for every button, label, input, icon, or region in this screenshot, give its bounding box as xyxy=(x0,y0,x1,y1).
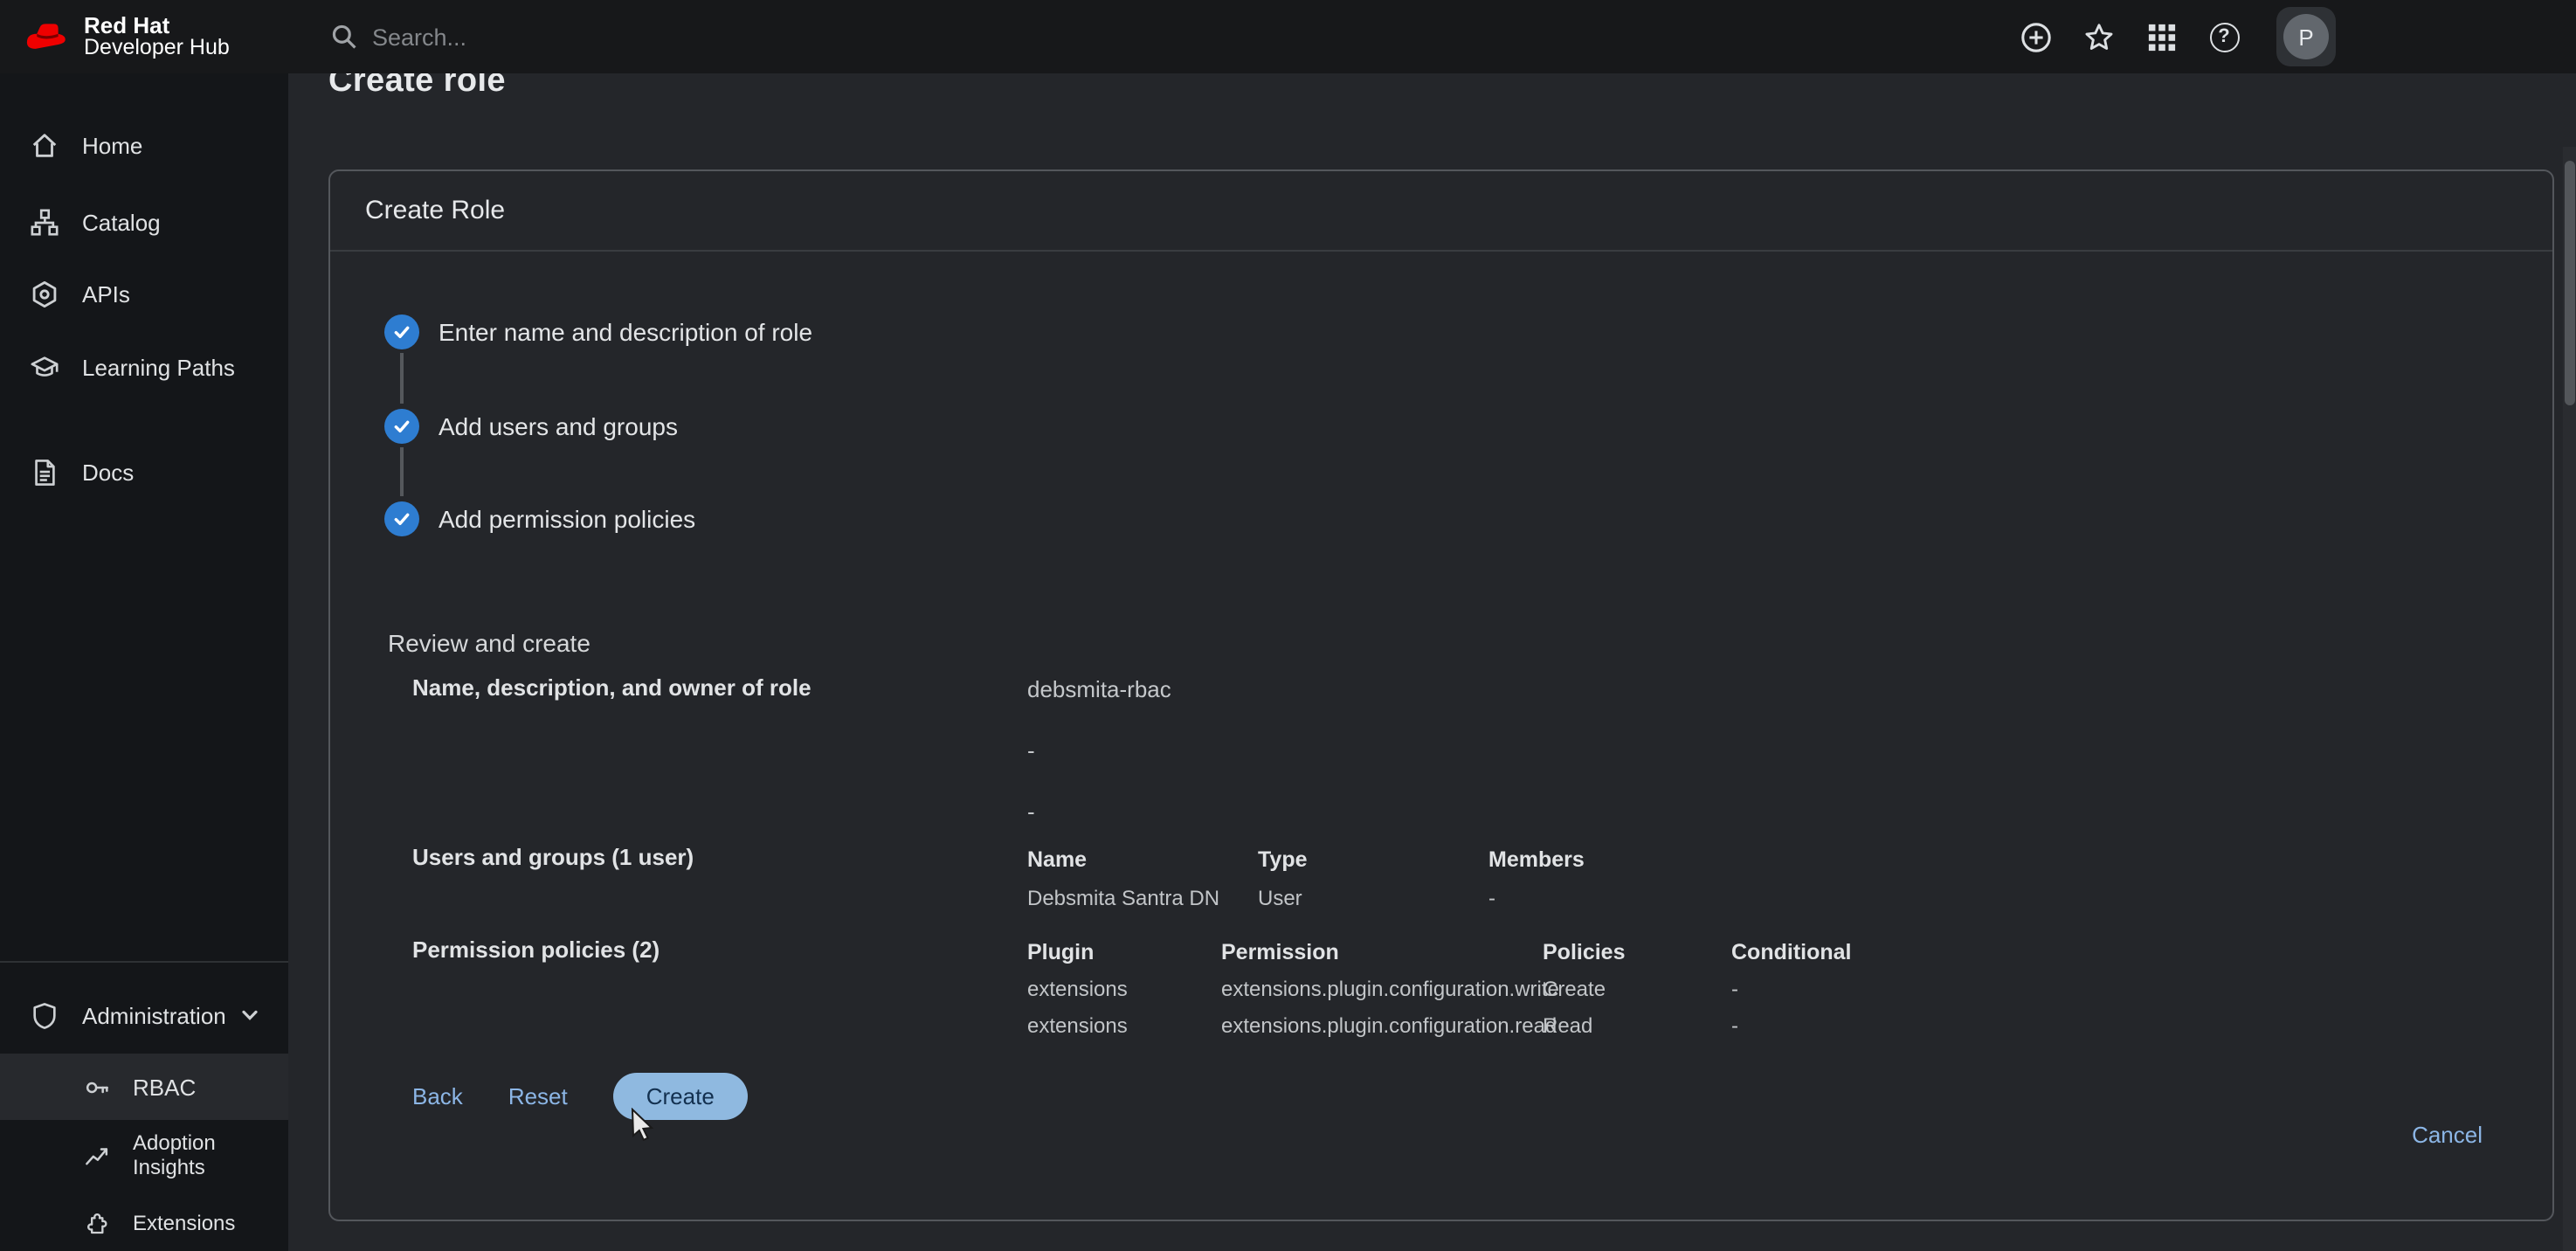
sidebar-item-label: Home xyxy=(82,132,142,158)
sidebar-item-catalog[interactable]: Catalog xyxy=(0,189,288,255)
search-icon xyxy=(330,23,358,51)
step-users-groups[interactable]: Add users and groups xyxy=(384,405,678,447)
key-icon xyxy=(84,1074,110,1100)
back-button[interactable]: Back xyxy=(412,1082,463,1109)
star-icon[interactable] xyxy=(2081,19,2116,54)
perm-row-conditional: - xyxy=(1731,977,1738,1001)
sidebar-item-rbac[interactable]: RBAC xyxy=(0,1054,288,1120)
logo-line2: Developer Hub xyxy=(84,37,230,59)
step-name-description[interactable]: Enter name and description of role xyxy=(384,311,812,353)
users-header-name: Name xyxy=(1027,847,1087,872)
sidebar-item-adoption-insights[interactable]: Adoption Insights xyxy=(0,1118,288,1192)
insights-chart-icon xyxy=(84,1142,110,1168)
users-header-members: Members xyxy=(1488,847,1585,872)
sidebar-item-learning-paths[interactable]: Learning Paths xyxy=(0,334,288,400)
perm-row-policy: Create xyxy=(1543,977,1606,1001)
perm-header-plugin: Plugin xyxy=(1027,940,1094,964)
perm-row-permission: extensions.plugin.configuration.read xyxy=(1221,1013,1557,1038)
sidebar-item-label: Catalog xyxy=(82,209,161,235)
step-permission-policies[interactable]: Add permission policies xyxy=(384,498,695,540)
mouse-cursor xyxy=(631,1108,655,1151)
cancel-button[interactable]: Cancel xyxy=(2412,1122,2483,1148)
review-heading: Review and create xyxy=(388,629,590,657)
wizard-actions: Back Reset Create xyxy=(412,1069,748,1122)
sidebar-divider xyxy=(0,961,288,963)
sidebar-item-label: Adoption Insights xyxy=(133,1130,255,1179)
search-input[interactable] xyxy=(372,24,896,50)
step-label: Enter name and description of role xyxy=(439,318,812,346)
global-search[interactable] xyxy=(330,23,896,51)
apps-grid-icon[interactable] xyxy=(2144,19,2179,54)
top-bar-actions: ? P xyxy=(2018,7,2576,66)
help-icon[interactable]: ? xyxy=(2207,19,2241,54)
learning-paths-icon xyxy=(30,352,59,382)
perm-header-policies: Policies xyxy=(1543,940,1626,964)
name-section-label: Name, description, and owner of role xyxy=(412,674,811,701)
sidebar-item-label: Extensions xyxy=(133,1211,235,1235)
sidebar-item-apis[interactable]: APIs xyxy=(0,260,288,327)
sidebar-item-label: Learning Paths xyxy=(82,354,235,380)
add-icon[interactable] xyxy=(2018,19,2053,54)
step-complete-icon xyxy=(384,501,419,536)
role-description-value: - xyxy=(1027,737,1035,764)
vertical-scrollbar[interactable] xyxy=(2563,147,2576,1251)
permissions-section-label: Permission policies (2) xyxy=(412,937,660,963)
sidebar-item-label: Docs xyxy=(82,459,134,485)
sidebar: Home Catalog APIs Learning Paths Docs xyxy=(0,73,288,1251)
step-connector xyxy=(400,447,404,496)
users-header-type: Type xyxy=(1258,847,1308,872)
avatar: P xyxy=(2283,14,2329,59)
help-glyph: ? xyxy=(2209,22,2239,52)
redhat-fedora-icon xyxy=(23,21,68,52)
app-window: Red Hat Developer Hub xyxy=(0,0,2576,1251)
sidebar-item-label: APIs xyxy=(82,280,130,307)
logo-line1: Red Hat xyxy=(84,14,230,37)
step-label: Add permission policies xyxy=(439,505,695,533)
create-role-card: Create Role Enter name and description o… xyxy=(328,169,2554,1221)
catalog-icon xyxy=(30,207,59,237)
sidebar-item-extensions[interactable]: Extensions xyxy=(0,1192,288,1251)
perm-row-conditional: - xyxy=(1731,1013,1738,1038)
page-title: Create role xyxy=(328,73,506,101)
step-connector xyxy=(400,353,404,404)
perm-row-policy: Read xyxy=(1543,1013,1592,1038)
step-label: Add users and groups xyxy=(439,412,678,440)
top-bar: Red Hat Developer Hub xyxy=(0,0,2576,73)
sidebar-item-label: RBAC xyxy=(133,1074,196,1100)
step-complete-icon xyxy=(384,409,419,444)
user-row-members: - xyxy=(1488,886,1495,910)
role-name-value: debsmita-rbac xyxy=(1027,676,1171,702)
step-complete-icon xyxy=(384,314,419,349)
main-content: Create role Create Role Enter name and d… xyxy=(288,73,2576,1251)
docs-icon xyxy=(30,457,59,487)
redhat-developer-hub-logo[interactable]: Red Hat Developer Hub xyxy=(0,14,288,59)
perm-row-plugin: extensions xyxy=(1027,1013,1128,1038)
perm-header-conditional: Conditional xyxy=(1731,940,1852,964)
home-icon xyxy=(30,130,59,160)
scrollbar-thumb[interactable] xyxy=(2565,161,2575,405)
puzzle-icon xyxy=(84,1210,110,1236)
profile-button[interactable]: P xyxy=(2276,7,2336,66)
user-row-name: Debsmita Santra DN xyxy=(1027,886,1219,910)
logo-text: Red Hat Developer Hub xyxy=(84,14,230,59)
chevron-down-icon xyxy=(239,1005,260,1026)
sidebar-item-administration[interactable]: Administration xyxy=(0,982,288,1048)
shield-icon xyxy=(30,1000,59,1030)
user-row-type: User xyxy=(1258,886,1302,910)
apis-icon xyxy=(30,279,59,308)
sidebar-item-home[interactable]: Home xyxy=(0,112,288,178)
card-title: Create Role xyxy=(365,196,505,225)
perm-row-plugin: extensions xyxy=(1027,977,1128,1001)
sidebar-item-docs[interactable]: Docs xyxy=(0,439,288,505)
reset-button[interactable]: Reset xyxy=(508,1082,568,1109)
perm-row-permission: extensions.plugin.configuration.write xyxy=(1221,977,1559,1001)
card-header: Create Role xyxy=(330,171,2552,252)
perm-header-permission: Permission xyxy=(1221,940,1339,964)
sidebar-item-label: Administration xyxy=(82,1002,226,1028)
users-section-label: Users and groups (1 user) xyxy=(412,844,694,870)
role-owner-value: - xyxy=(1027,798,1035,825)
